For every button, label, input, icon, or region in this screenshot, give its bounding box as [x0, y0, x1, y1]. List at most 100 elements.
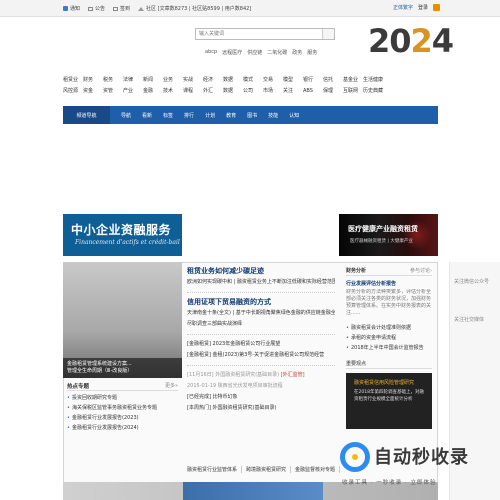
topic-tab[interactable]: 融资租赁行业监管体系 [187, 466, 243, 473]
community-link[interactable]: 社区 [文章数8273 | 社区贴8599 | 用户数842] [138, 5, 251, 12]
list-item[interactable]: 投资回收期研究专题 [67, 393, 178, 403]
login-link[interactable]: 登录 [418, 4, 428, 11]
year-logo: 2024 [368, 22, 454, 60]
category-link[interactable]: 法律 [123, 76, 143, 83]
article-link[interactable]: [金融租赁] 2023年金融租赁公司行业展望 [187, 339, 335, 350]
category-link[interactable]: 新闻 [143, 76, 163, 83]
category-link[interactable]: 技术 [163, 87, 183, 94]
search-input[interactable] [196, 29, 306, 39]
follow-wechat-link[interactable]: 关注微信公众号 [450, 278, 500, 288]
nav-item[interactable]: 标签 [163, 112, 173, 119]
category-link[interactable]: 数据 [223, 76, 243, 83]
nav-item[interactable]: 看新 [142, 112, 152, 119]
divider [187, 334, 335, 335]
category-link[interactable]: 模式 [243, 76, 263, 83]
list-item[interactable]: 金融租赁行业发展报告(2024) [67, 423, 178, 433]
hot-keyword[interactable]: 二氧化碳 [267, 49, 287, 56]
category-link[interactable]: 模型 [283, 76, 303, 83]
headline[interactable]: 信用证项下贸易融资的方式 [187, 297, 335, 308]
calendar-icon [113, 6, 119, 11]
nav-item[interactable]: 导航 [121, 112, 131, 119]
slideshow[interactable]: 金融租赁管理系统建设方案... 管理全生命周期（Ⅲ-改良版） [63, 262, 182, 378]
category-link[interactable]: 课程 [183, 87, 203, 94]
list-item[interactable]: 金融租赁行业发展报告(2023) [67, 413, 178, 423]
article-link[interactable]: [本周热门] 外国融资租赁研究(基础目录) [187, 403, 335, 414]
article-link[interactable]: 2015-01-19 陕西省光伏发电项目审批流程 [187, 381, 335, 392]
category-link[interactable]: 银行 [303, 76, 323, 83]
join-discussion-link[interactable]: 参与讨论› [410, 267, 432, 274]
follow-social-link[interactable]: 关注社交媒体 [450, 316, 500, 326]
category-link[interactable]: 风控源 [63, 87, 83, 94]
key-points-thumbnail[interactable]: 融资租赁信用风险管理研究 在2018年第四轮调查基础上，对融资租赁行业规模全面统… [346, 373, 432, 429]
sme-finance-banner[interactable]: 中小企业资融服务 Financement d'actifs et crédit-… [63, 214, 182, 256]
headline-summary[interactable]: 欧洲如何实现碳中和 | 融资租赁业务上不断加注低碳和实际经营范围 [187, 277, 335, 288]
banner-title: 中小企业资融服务 [71, 223, 172, 237]
mail-icon [88, 6, 94, 11]
nav-item[interactable]: 计划 [205, 112, 215, 119]
nav-item[interactable]: 认知 [289, 112, 299, 119]
category-link[interactable]: 公司 [243, 87, 263, 94]
announcement-link[interactable]: 公告 [88, 5, 105, 12]
category-link[interactable]: 经济 [203, 76, 223, 83]
category-link[interactable]: 数据 [223, 87, 243, 94]
category-link[interactable]: ABS [303, 88, 323, 94]
category-link[interactable]: 业务 [163, 76, 183, 83]
category-link[interactable]: 基金业 [343, 76, 363, 83]
category-link[interactable]: 生活健康 [363, 76, 383, 83]
nav-item[interactable]: 技能 [268, 112, 278, 119]
article-link[interactable]: 尽职调查三部曲实战演绎 [187, 319, 335, 330]
thumbnail-text: 在2018年第四轮调查基础上，对融资租赁行业规模全面统计分析 [354, 390, 424, 402]
category-link[interactable]: 产业 [123, 87, 143, 94]
headline-summary[interactable]: 天津南金十条(全文) | 基于中长期视角聚焦绿色金融的供应链金融全面体系 [187, 308, 335, 319]
category-link[interactable]: 税务 [103, 76, 123, 83]
list-item[interactable]: 2018年上半年中国会计监管报告 [346, 343, 432, 353]
nav-item[interactable]: 排行 [184, 112, 194, 119]
category-grid: 租赁业 财务 税务 法律 新闻 业务 实战 经济 数据 模式 交易 模型 银行 … [63, 74, 438, 96]
category-link[interactable]: 金融 [143, 87, 163, 94]
search-button[interactable] [322, 29, 334, 39]
key-points-title: 重要观点 [346, 359, 432, 369]
rss-icon[interactable] [433, 4, 440, 11]
category-link[interactable]: 市场 [263, 87, 283, 94]
hot-keyword[interactable]: 远程医疗 [222, 49, 242, 56]
watermark: 自动秒收录 收录工具 · 一秒收录 · 立即体验 [332, 440, 500, 500]
hot-keyword[interactable]: abcp [205, 49, 217, 56]
notice-link[interactable]: 通知 [63, 5, 80, 12]
list-item[interactable]: 承租的资金申请流程 [346, 333, 432, 343]
nav-item[interactable]: 教育 [226, 112, 236, 119]
headline[interactable]: 租赁业务如何减少碳足迹 [187, 266, 335, 277]
report-headline[interactable]: 行业发展评估分析报告 [346, 279, 432, 289]
category-link[interactable]: 信托 [323, 76, 343, 83]
list-item[interactable]: 海关保税区监管事务融资租赁业务专题 [67, 403, 178, 413]
category-link[interactable]: 历史典藏 [363, 87, 383, 94]
checkin-link[interactable]: 签到 [113, 5, 130, 12]
hot-keyword[interactable]: 服务 [307, 49, 317, 56]
category-link[interactable]: 资管 [103, 87, 123, 94]
topic-tab[interactable]: 跨境融资租赁研究 [246, 466, 292, 473]
category-link[interactable]: 保理 [323, 87, 343, 94]
search-box [195, 28, 335, 40]
category-link[interactable]: 互联网 [343, 87, 363, 94]
banner-title: 医疗健康产业融资租赁 [348, 225, 418, 233]
category-link[interactable]: 租赁业 [63, 76, 83, 83]
nav-channel[interactable]: 频道导航 [63, 106, 110, 124]
category-link[interactable]: 财务 [83, 76, 103, 83]
list-item[interactable]: 融资租赁会计处理准则依据 [346, 323, 432, 333]
category-row-2: 风控源 资金 资管 产业 金融 技术 课程 外汇 数据 公司 市场 关注 ABS… [63, 85, 438, 96]
healthcare-leasing-banner[interactable]: 医疗健康产业融资租赁 医疗器械融资租赁 | 大健康产业 [339, 214, 438, 256]
category-link[interactable]: 关注 [283, 87, 303, 94]
article-link[interactable]: [11月16日] 外国融资租赁研究(基础目录) [外汇监管] [187, 370, 335, 381]
category-link[interactable]: 交易 [263, 76, 283, 83]
hot-keywords: abcp 远程医疗 供应链 二氧化碳 政务 服务 [205, 49, 317, 56]
watermark-slogan: 收录工具 · 一秒收录 · 立即体验 [342, 480, 437, 486]
category-link[interactable]: 外汇 [203, 87, 223, 94]
category-link[interactable]: 实战 [183, 76, 203, 83]
category-link[interactable]: 资金 [83, 87, 103, 94]
article-link[interactable]: [金融租赁] 金租(2023)第3号-关于促进金融租赁公司规范经营 [187, 350, 335, 361]
traditional-chinese-link[interactable]: 正体繁字 [393, 4, 413, 11]
hot-keyword[interactable]: 政务 [292, 49, 302, 56]
hot-keyword[interactable]: 供应链 [247, 49, 262, 56]
hot-topics-more[interactable]: 更多» [165, 382, 178, 389]
article-link[interactable]: [已经完成] 比特币幻象 [187, 392, 335, 403]
nav-item[interactable]: 图书 [247, 112, 257, 119]
